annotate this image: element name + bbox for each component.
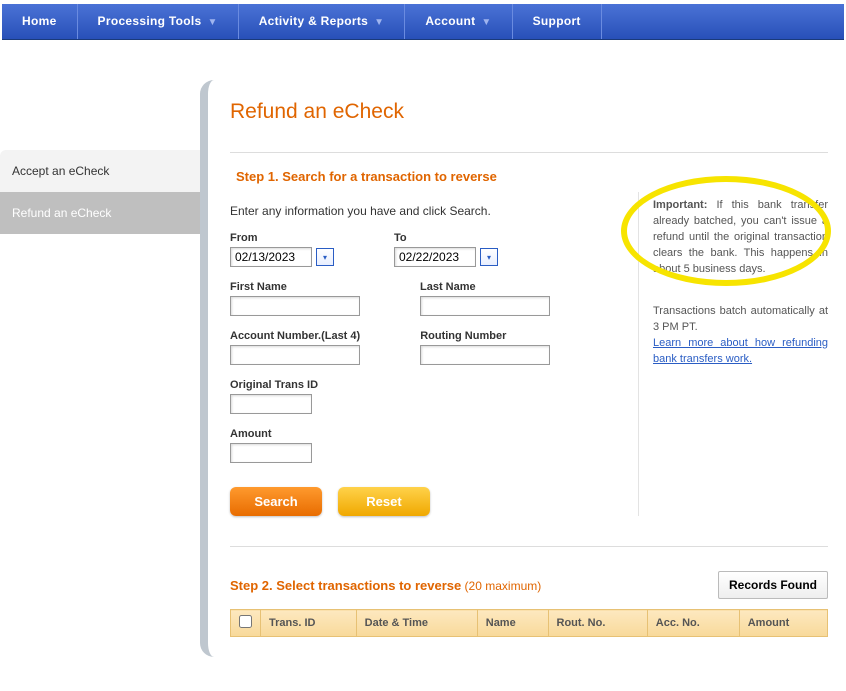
important-note: Important: If this bank transfer already… [653,198,828,278]
main-panel: Refund an eCheck Step 1. Search for a tr… [200,80,846,657]
top-nav: Home Processing Tools ▼ Activity & Report… [2,4,844,40]
to-label: To [394,232,498,244]
sidebar-item-label: Accept an eCheck [12,164,109,178]
step2-title: Step 2. Select transactions to reverse [230,578,461,593]
table-header-row: Trans. ID Date & Time Name Rout. No. Acc… [231,610,828,637]
page-title: Refund an eCheck [230,100,404,124]
from-label: From [230,232,334,244]
chevron-down-icon: ▼ [207,17,217,28]
col-acc-no: Acc. No. [647,610,739,637]
orig-trans-label: Original Trans ID [230,379,318,391]
sidebar-item-accept-echeck[interactable]: Accept an eCheck [0,150,200,192]
search-button[interactable]: Search [230,487,322,516]
step1-instruction: Enter any information you have and click… [230,204,620,218]
step1-title: Step 1. Search for a transaction to reve… [230,167,503,186]
nav-label: Support [533,14,581,28]
calendar-icon[interactable]: ▾ [480,248,498,266]
records-found-button[interactable]: Records Found [718,571,828,599]
routing-label: Routing Number [420,330,550,342]
sidebar: Accept an eCheck Refund an eCheck [0,80,200,657]
account-last4-label: Account Number.(Last 4) [230,330,360,342]
col-date-time: Date & Time [356,610,477,637]
nav-label: Activity & Reports [259,14,368,28]
chevron-down-icon: ▼ [481,17,491,28]
nav-support[interactable]: Support [513,4,602,39]
col-amount: Amount [739,610,827,637]
last-name-input[interactable] [420,296,550,316]
calendar-icon[interactable]: ▾ [316,248,334,266]
nav-label: Processing Tools [98,14,202,28]
learn-more-link[interactable]: Learn more about how refunding bank tran… [653,337,828,365]
nav-processing-tools[interactable]: Processing Tools ▼ [78,4,239,39]
select-all-checkbox[interactable] [239,615,252,628]
batch-note: Transactions batch automatically at 3 PM… [653,304,828,336]
nav-label: Home [22,14,57,28]
important-label: Important: [653,199,707,211]
amount-label: Amount [230,428,312,440]
from-date-input[interactable] [230,247,312,267]
sidebar-item-refund-echeck[interactable]: Refund an eCheck [0,192,200,234]
first-name-label: First Name [230,281,360,293]
amount-input[interactable] [230,443,312,463]
col-rout-no: Rout. No. [548,610,647,637]
last-name-label: Last Name [420,281,550,293]
reset-button[interactable]: Reset [338,487,430,516]
col-trans-id: Trans. ID [261,610,357,637]
nav-label: Account [425,14,475,28]
account-last4-input[interactable] [230,345,360,365]
chevron-down-icon: ▼ [374,17,384,28]
sidebar-item-label: Refund an eCheck [12,206,111,220]
nav-activity-reports[interactable]: Activity & Reports ▼ [239,4,406,39]
col-name: Name [477,610,548,637]
to-date-input[interactable] [394,247,476,267]
results-table: Trans. ID Date & Time Name Rout. No. Acc… [230,609,828,637]
step2-max-note: (20 maximum) [461,579,541,593]
nav-account[interactable]: Account ▼ [405,4,512,39]
nav-home[interactable]: Home [2,4,78,39]
first-name-input[interactable] [230,296,360,316]
orig-trans-input[interactable] [230,394,312,414]
routing-input[interactable] [420,345,550,365]
